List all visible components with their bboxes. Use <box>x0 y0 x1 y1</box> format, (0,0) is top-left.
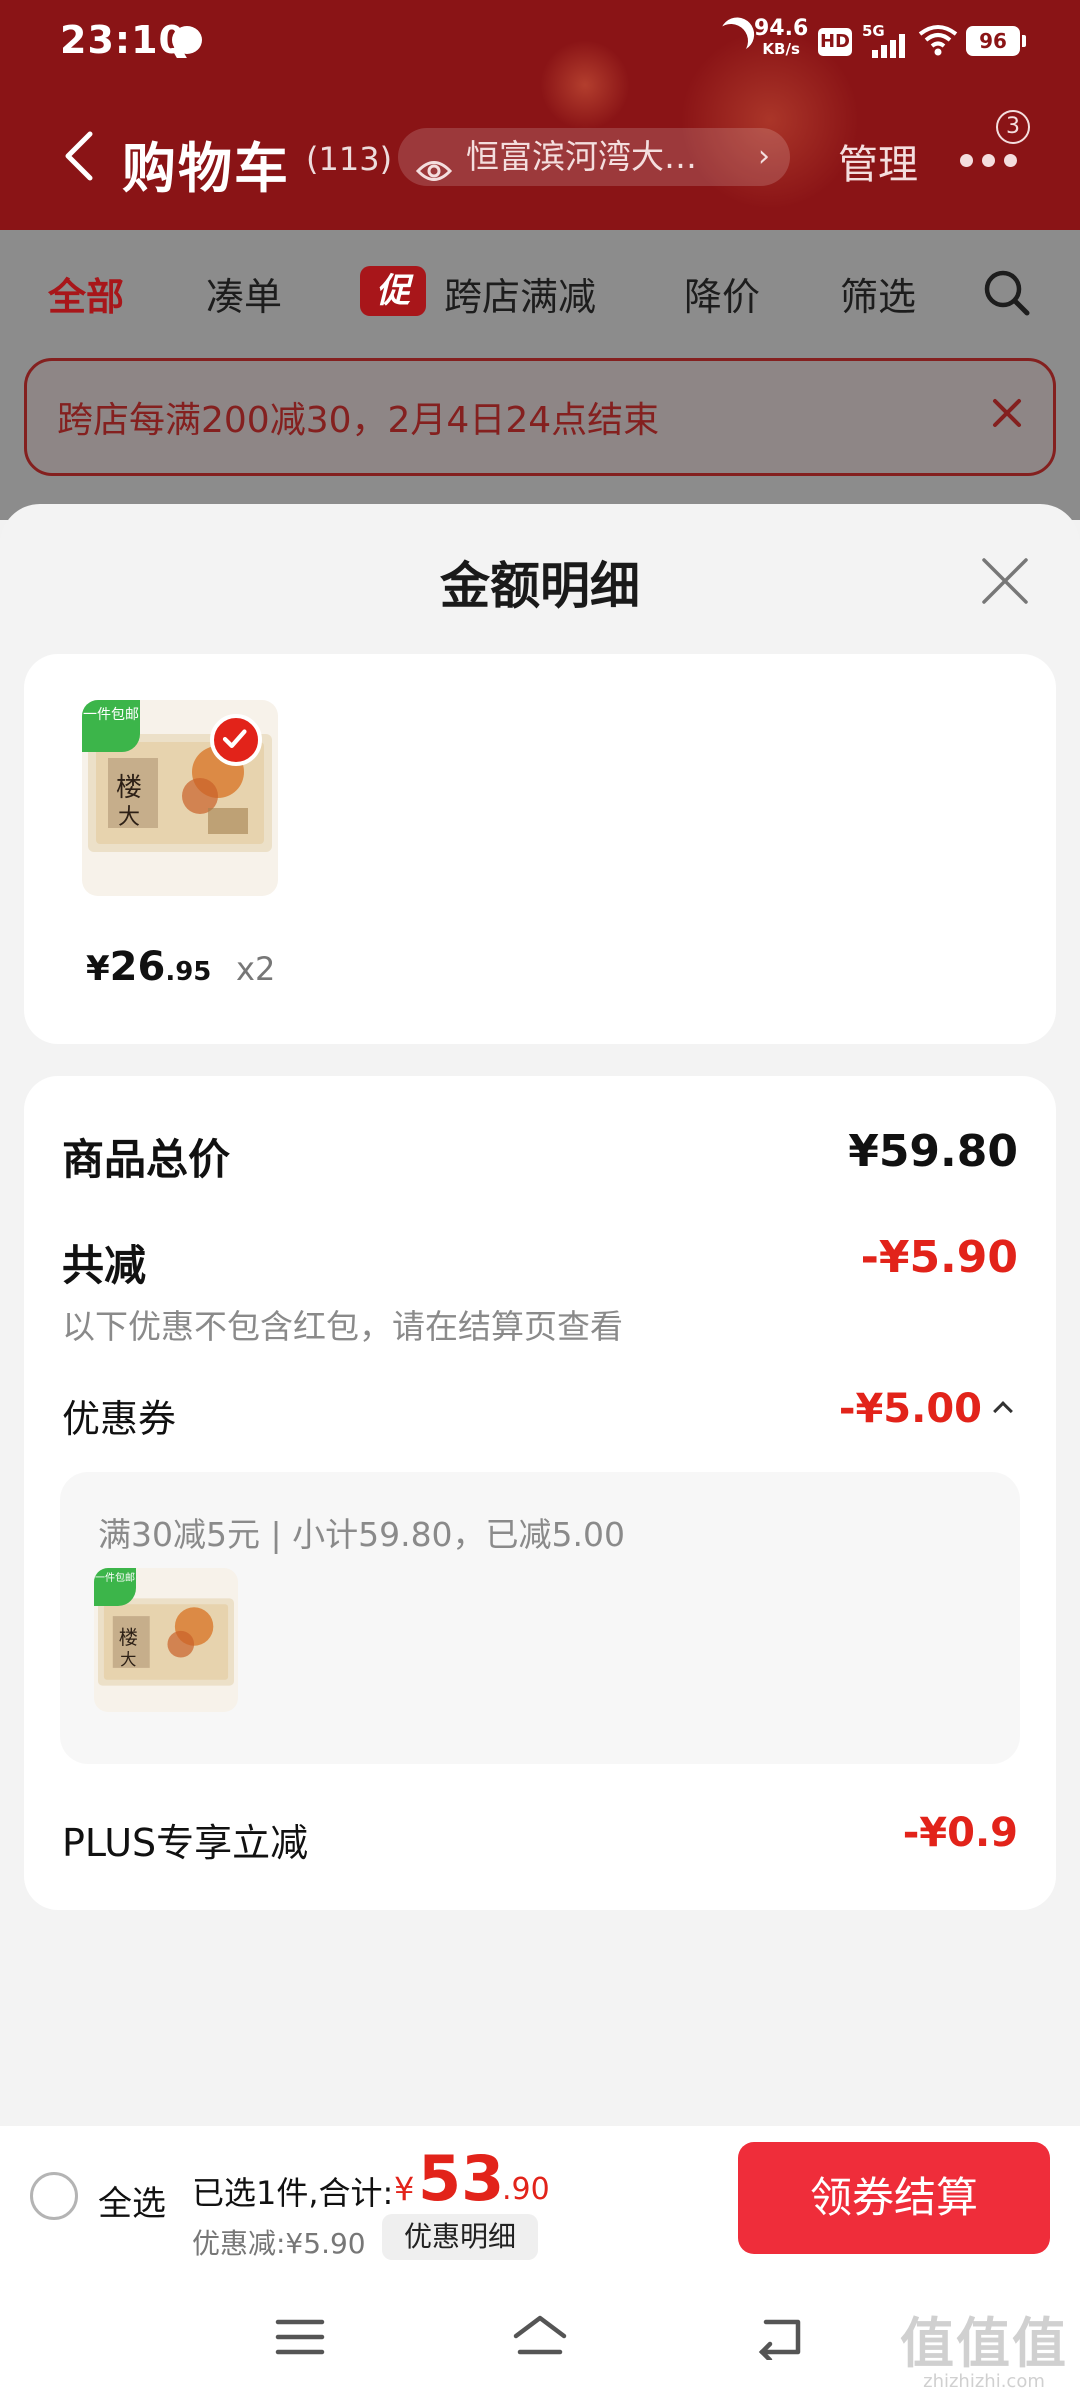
coupon-detail-box: 满30减5元 | 小计59.80，已减5.00 楼 大 一件包邮 <box>60 1472 1020 1764</box>
close-icon[interactable] <box>980 556 1030 606</box>
chat-bubble-icon <box>172 26 202 54</box>
book-cover-image: 楼 大 <box>98 1598 234 1686</box>
svg-text:大: 大 <box>120 1650 136 1669</box>
network-speed: 94.6 KB/s <box>754 16 809 58</box>
address-selector[interactable]: 恒富滨河湾大… › <box>398 128 790 186</box>
status-time: 23:10 <box>60 18 186 62</box>
svg-text:楼: 楼 <box>116 773 142 803</box>
more-icon[interactable] <box>956 138 1022 178</box>
select-all-label[interactable]: 全选 <box>98 2176 166 2225</box>
free-shipping-tag: 一件包邮 <box>94 1568 136 1606</box>
select-all-radio[interactable] <box>30 2172 78 2220</box>
eye-icon <box>415 144 453 181</box>
moon-icon <box>709 19 753 63</box>
close-icon[interactable] <box>985 391 1029 435</box>
discount-detail-button[interactable]: 优惠明细 <box>382 2214 538 2260</box>
sheet-title: 金额明细 <box>440 557 640 615</box>
system-navigation-bar: 值值值 zhizhizhi.com <box>0 2274 1080 2400</box>
total-amount-decimal: .90 <box>502 2172 550 2207</box>
top-header: 23:10 94.6 KB/s HD 5G 96 购物车 (113) 恒富滨河湾… <box>0 0 1080 230</box>
product-quantity: x2 <box>236 950 276 988</box>
plus-discount-value: -¥0.9 <box>902 1810 1018 1856</box>
promo-badge: 促 <box>360 266 426 316</box>
back-icon[interactable] <box>752 2314 808 2363</box>
signal-icon: 5G <box>862 22 906 58</box>
discount-summary: 优惠减:¥5.90 <box>192 2227 366 2260</box>
plus-discount-label: PLUS专享立减 <box>62 1821 309 1865</box>
page-title: 购物车 <box>122 137 290 200</box>
search-icon[interactable] <box>982 268 1032 318</box>
coupon-toggle[interactable]: -¥5.00 <box>838 1386 1013 1432</box>
currency-symbol: ¥ <box>394 2170 415 2208</box>
total-amount: 53 <box>418 2142 505 2215</box>
cart-filter-area: 全部 凑单 促 跨店满减 降价 筛选 跨店每满200减30，2月4日24点结束 <box>0 230 1080 520</box>
chevron-up-icon <box>993 1401 1013 1421</box>
total-reduce-value: -¥5.90 <box>860 1232 1018 1283</box>
tab-add-on[interactable]: 凑单 <box>206 266 282 321</box>
wifi-icon <box>918 24 958 56</box>
status-bar: 23:10 94.6 KB/s HD 5G 96 <box>0 0 1080 82</box>
menu-icon[interactable] <box>272 2314 328 2360</box>
address-text: 恒富滨河湾大… <box>466 137 697 176</box>
svg-text:大: 大 <box>118 805 140 830</box>
promo-banner-text: 跨店每满200减30，2月4日24点结束 <box>57 400 660 441</box>
cart-count: (113) <box>306 140 393 178</box>
amount-detail-sheet: 金额明细 楼 大 一件包邮 ¥26.95 x2 商品总价 ¥59.80 共减 -… <box>0 504 1080 2128</box>
product-card: 楼 大 一件包邮 ¥26.95 x2 <box>24 654 1056 1044</box>
nav-row: 购物车 (113) 恒富滨河湾大… › 管理 3 <box>0 108 1080 204</box>
total-reduce-label: 共减 <box>62 1241 147 1290</box>
tab-cross-store-discount[interactable]: 跨店满减 <box>444 266 596 321</box>
checkout-button[interactable]: 领券结算 <box>738 2142 1050 2254</box>
coupon-label: 优惠券 <box>62 1397 177 1441</box>
price-breakdown-card: 商品总价 ¥59.80 共减 -¥5.90 以下优惠不包含红包，请在结算页查看 … <box>24 1076 1056 1910</box>
checkout-bar: 全选 已选1件,合计: ¥ 53 .90 优惠减:¥5.90 优惠明细 领券结算 <box>0 2126 1080 2274</box>
checkmark-icon <box>210 714 262 766</box>
total-price-value: ¥59.80 <box>848 1126 1018 1177</box>
coupon-detail-text: 满30减5元 | 小计59.80，已减5.00 <box>98 1515 626 1554</box>
manage-button[interactable]: 管理 <box>838 132 918 190</box>
reduce-note: 以下优惠不包含红包，请在结算页查看 <box>62 1307 623 1346</box>
coupon-product-thumbnail: 楼 大 一件包邮 <box>94 1568 238 1712</box>
back-arrow-icon[interactable] <box>60 130 100 182</box>
home-icon[interactable] <box>510 2314 567 2360</box>
tab-price-drop[interactable]: 降价 <box>684 266 760 321</box>
free-shipping-tag: 一件包邮 <box>82 700 140 752</box>
chevron-right-icon: › <box>758 139 770 174</box>
tab-all[interactable]: 全部 <box>48 266 124 321</box>
hd-icon: HD <box>818 28 852 56</box>
notification-badge: 3 <box>996 110 1030 144</box>
selection-summary: 已选1件,合计: <box>192 2174 394 2212</box>
promo-banner: 跨店每满200减30，2月4日24点结束 <box>24 358 1056 476</box>
coupon-value: -¥5.00 <box>838 1386 982 1432</box>
product-thumbnail[interactable]: 楼 大 一件包邮 <box>82 700 278 896</box>
svg-text:楼: 楼 <box>119 1626 138 1649</box>
total-price-label: 商品总价 <box>62 1135 231 1184</box>
watermark-logo: 值值值 zhizhizhi.com <box>900 2312 1068 2393</box>
battery-icon: 96 <box>966 26 1026 56</box>
product-price: ¥26.95 <box>86 944 212 990</box>
tab-filter[interactable]: 筛选 <box>840 266 916 321</box>
